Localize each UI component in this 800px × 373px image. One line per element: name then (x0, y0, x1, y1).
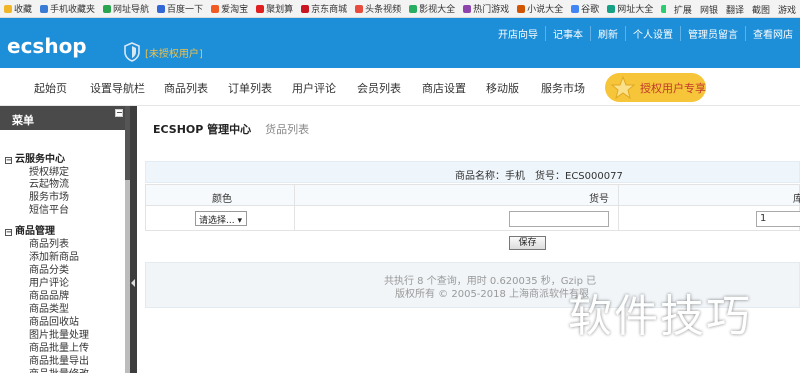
bookmark-item[interactable]: 热门游戏 (459, 0, 513, 17)
nav-goods-list[interactable]: 商品列表 (164, 80, 208, 96)
browser-tool-item[interactable]: 截图 (748, 0, 774, 17)
bookmark-label: 聚划算 (266, 5, 294, 15)
bookmark-item[interactable]: 小说大全 (513, 0, 567, 17)
bookmark-label: 头条视频 (365, 5, 402, 15)
column-header-sn: 货号 (589, 194, 609, 205)
ecshop-logo[interactable]: ecshop (7, 34, 87, 58)
color-select[interactable]: 请选择... ▾ (195, 211, 247, 226)
browser-tool-item[interactable]: 游戏 (774, 0, 800, 17)
licensed-user-button[interactable]: 授权用户专享 (605, 73, 706, 102)
nav-mobile[interactable]: 移动版 (486, 80, 519, 96)
sidebar-toggle-strip[interactable] (130, 106, 137, 373)
top-link-admin-message[interactable]: 管理员留言 (680, 26, 745, 41)
bookmark-item[interactable]: 头条视频 (351, 0, 405, 17)
shield-icon (124, 42, 140, 62)
nav-home[interactable]: 起始页 (34, 80, 67, 96)
breadcrumb: ECSHOP 管理中心 货品列表 (153, 121, 309, 137)
top-link-view-shop[interactable]: 查看网店 (745, 26, 800, 41)
sidebar-title: 菜单 (12, 114, 34, 127)
top-links: 开店向导 记事本 刷新 个人设置 管理员留言 查看网店 (491, 26, 800, 41)
bookmark-item[interactable]: 网址大全 (603, 0, 657, 17)
bookmark-favicon-icon (355, 4, 364, 13)
minus-icon: − (5, 156, 12, 164)
star-icon (610, 75, 636, 99)
bookmark-label: 影视大全 (419, 5, 456, 15)
nav-service-market[interactable]: 服务市场 (541, 80, 585, 96)
auth-status-label[interactable]: [未授权用户] (145, 45, 203, 60)
nav-order-list[interactable]: 订单列表 (228, 80, 272, 96)
bookmark-favicon-icon (157, 4, 166, 13)
bookmark-label: 百度一下 (167, 5, 204, 15)
browser-bookmarks-bar: 收藏 手机收藏夹 网址导航 百度一下 爱淘宝 聚划算 京东商城 头条视频 影视大全 热门游戏 小说大… (0, 0, 800, 18)
column-header-stock: 库 (793, 194, 800, 205)
breadcrumb-current: 货品列表 (265, 123, 310, 136)
bookmark-item[interactable]: 影视大全 (405, 0, 459, 17)
nav-comments[interactable]: 用户评论 (292, 80, 336, 96)
bookmark-favicon-icon (103, 4, 112, 13)
nav-shop-settings[interactable]: 商店设置 (422, 80, 466, 96)
product-info-bar: 商品名称：手机 货号：ECS000077 (145, 161, 800, 183)
licensed-user-label: 授权用户专享 (640, 81, 706, 95)
sidebar-item-sms[interactable]: 短信平台 (29, 201, 69, 216)
nav-members[interactable]: 会员列表 (357, 80, 401, 96)
bookmark-item[interactable]: 聚划算 (252, 0, 297, 17)
sidebar-item-batch-edit[interactable]: 商品批量修改 (29, 365, 89, 373)
browser-tool-item[interactable]: 扩展 (670, 0, 696, 17)
sn-input[interactable] (509, 211, 609, 227)
admin-header: ecshop [未授权用户] 开店向导 记事本 刷新 个人设置 管理员留言 查看… (0, 18, 800, 68)
bookmark-label: 小说大全 (527, 5, 564, 15)
bookmark-label: 京东商城 (311, 5, 348, 15)
bookmark-label: 网址大全 (617, 5, 654, 15)
bookmark-item[interactable]: 谷歌 (567, 0, 603, 17)
bookmark-item[interactable]: 爱淘宝 (207, 0, 252, 17)
bookmark-favicon-icon (4, 4, 12, 13)
bookmark-favicon-icon (463, 4, 472, 13)
bookmark-label: 爱淘宝 (221, 5, 249, 15)
bookmark-favicon-icon (517, 4, 526, 13)
collapse-arrow-icon[interactable] (131, 279, 135, 287)
bookmark-favicon-icon (607, 4, 616, 13)
bookmark-label: 热门游戏 (473, 5, 510, 15)
bookmark-item[interactable]: 京东商城 (297, 0, 351, 17)
stock-input[interactable]: 1 (756, 211, 800, 227)
bookmark-favicon-icon (409, 4, 418, 13)
bookmark-label: 手机收藏夹 (50, 5, 96, 15)
nav-nav-settings[interactable]: 设置导航栏 (90, 80, 145, 96)
collapse-icon[interactable]: − (115, 109, 123, 117)
browser-tool-item[interactable]: 翻译 (722, 0, 748, 17)
bookmark-item[interactable]: 百度一下 (153, 0, 207, 17)
bookmark-label: 收藏 (14, 5, 33, 15)
top-link-wizard[interactable]: 开店向导 (491, 26, 545, 41)
table-header: 颜色 货号 库 (145, 184, 800, 206)
bookmark-label: 谷歌 (581, 5, 600, 15)
sidebar: 菜单 − − 云服务中心 授权绑定 云起物流 服务市场 短信平台 − 商品管理 商品… (0, 106, 137, 373)
bookmark-favicon-icon (40, 4, 49, 13)
save-button[interactable]: 保存 (509, 236, 546, 250)
main-nav: 起始页 设置导航栏 商品列表 订单列表 用户评论 会员列表 商店设置 移动版 服… (0, 68, 800, 106)
browser-tool-item[interactable]: 网银 (696, 0, 722, 17)
top-link-profile[interactable]: 个人设置 (625, 26, 680, 41)
top-link-refresh[interactable]: 刷新 (590, 26, 625, 41)
product-info-text: 商品名称：手机 货号：ECS000077 (455, 171, 623, 182)
breadcrumb-root[interactable]: ECSHOP 管理中心 (153, 123, 251, 136)
bookmark-favicon-icon (301, 4, 310, 13)
top-link-notepad[interactable]: 记事本 (545, 26, 590, 41)
bookmark-item[interactable]: 网址导航 (99, 0, 153, 17)
copyright-text: 版权所有 © 2005-2018 上海商派软件有限 (395, 289, 590, 300)
bookmark-favicon-icon (256, 4, 265, 13)
bookmark-label: 网址导航 (113, 5, 150, 15)
bookmark-item[interactable]: 收藏 (0, 0, 36, 17)
bookmark-item[interactable]: 手机收藏夹 (36, 0, 99, 17)
minus-icon: − (5, 228, 12, 236)
browser-tools: 扩展 网银 翻译 截图 游戏 (665, 0, 800, 17)
column-header-color: 颜色 (212, 194, 232, 205)
bookmark-favicon-icon (211, 4, 220, 13)
sidebar-header: 菜单 − (0, 106, 125, 130)
bookmark-favicon-icon (571, 4, 580, 13)
watermark: 软件技巧 (568, 291, 752, 342)
